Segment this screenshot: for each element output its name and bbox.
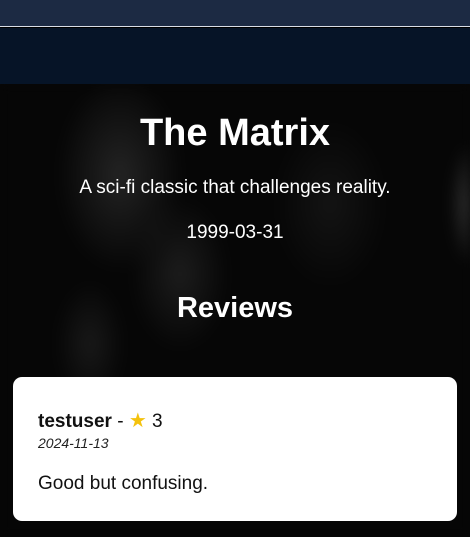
navbar xyxy=(0,28,470,84)
star-icon: ★ xyxy=(128,410,147,432)
movie-hero: The Matrix A sci-fi classic that challen… xyxy=(0,84,470,537)
review-header: testuser - ★ 3 xyxy=(38,409,163,434)
movie-title: The Matrix xyxy=(139,112,331,154)
movie-description: A sci-fi classic that challenges reality… xyxy=(79,177,391,198)
release-date: 1999-03-31 xyxy=(186,222,284,243)
review-rating: 3 xyxy=(152,411,163,432)
review-date: 2024-11-13 xyxy=(38,435,109,451)
top-bar xyxy=(0,0,470,27)
review-text: Good but confusing. xyxy=(38,473,209,494)
review-username: testuser xyxy=(38,411,112,432)
review-card: testuser - ★ 3 2024-11-13 Good but confu… xyxy=(13,377,457,521)
review-separator: - xyxy=(117,411,124,432)
reviews-heading: Reviews xyxy=(176,292,294,324)
